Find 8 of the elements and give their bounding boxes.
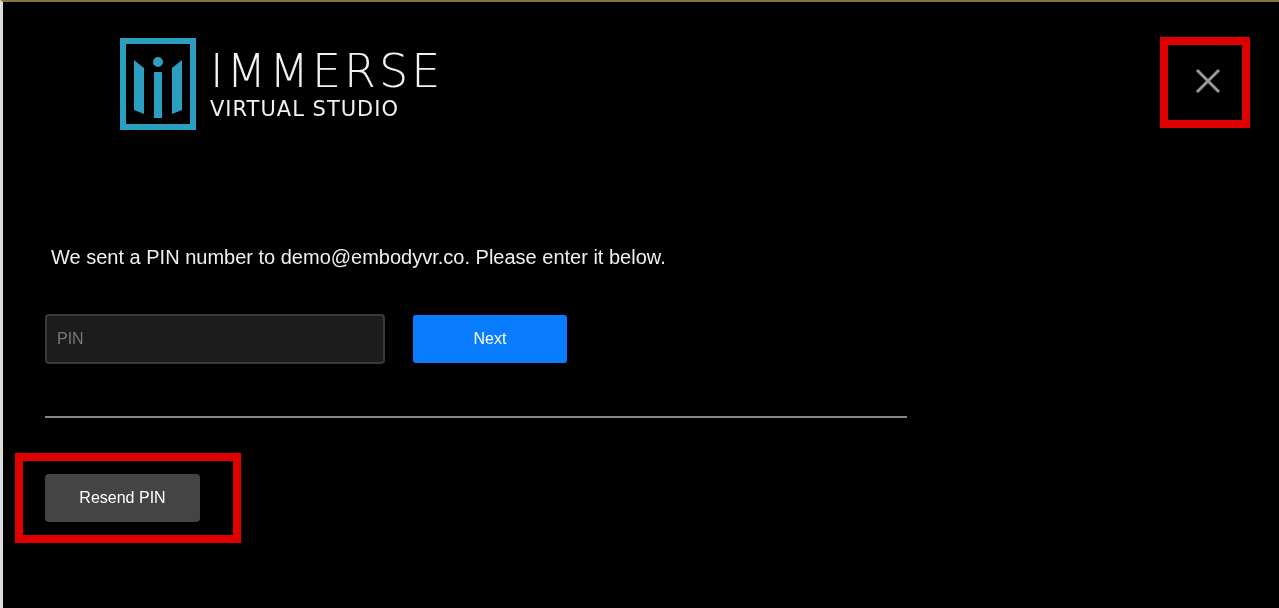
message-text: We sent a PIN number to demo@embodyvr.co. Please enter it below.	[51, 245, 667, 270]
next-button[interactable]: Next	[413, 315, 567, 363]
logo-title: IMMERSE	[210, 46, 444, 96]
resend-pin-button[interactable]: Resend PIN	[45, 474, 200, 522]
close-icon	[1195, 68, 1221, 94]
logo-subtitle: VIRTUAL STUDIO	[210, 96, 400, 122]
pin-field[interactable]: PIN	[45, 314, 385, 364]
logo-icon	[120, 38, 196, 130]
